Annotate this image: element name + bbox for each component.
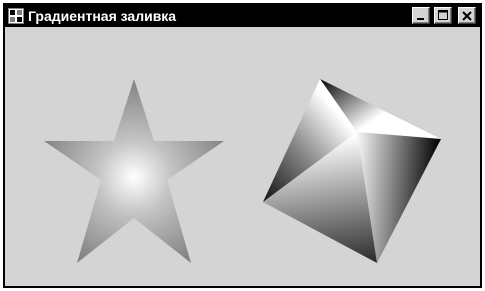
drawing-canvas [44, 79, 441, 263]
title-bar[interactable]: Градиентная заливка [5, 5, 480, 27]
minimize-button[interactable] [412, 7, 430, 24]
gradient-square [263, 79, 441, 263]
maximize-icon [437, 10, 448, 20]
maximize-button[interactable] [434, 7, 452, 24]
gradient-star [44, 79, 224, 263]
window-title: Градиентная заливка [28, 8, 177, 24]
app-window: Градиентная заливка [3, 3, 482, 288]
app-icon[interactable] [8, 8, 24, 24]
client-area [5, 27, 480, 286]
minimize-icon [417, 17, 424, 20]
close-icon [462, 10, 472, 21]
close-button[interactable] [458, 7, 476, 24]
